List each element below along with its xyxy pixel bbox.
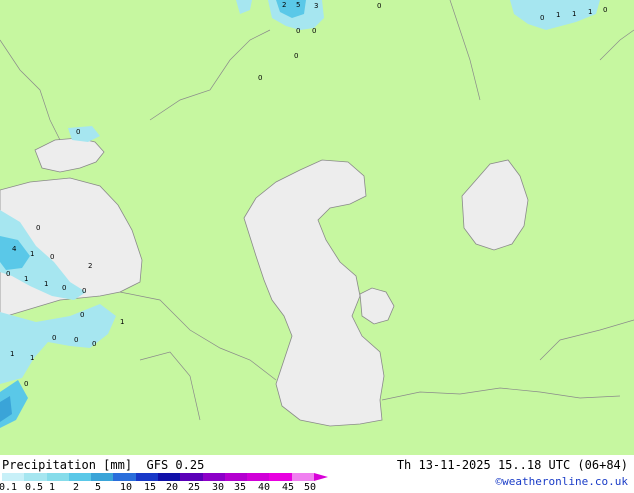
footer: Precipitation [mm] GFS 0.25 Th 13-11-202…	[0, 455, 634, 493]
legend-swatch	[157, 473, 181, 481]
legend-swatch	[269, 473, 292, 481]
legend-swatch	[46, 473, 69, 481]
precip-value-label: 0	[50, 253, 54, 261]
precip-value-label: 0	[258, 74, 262, 82]
precip-value-label: 0	[377, 2, 381, 10]
map-title: Precipitation [mm] GFS 0.25	[2, 458, 205, 472]
precip-value-label: 1	[10, 350, 14, 358]
precip-value-label: 0	[82, 287, 86, 295]
color-legend-bar	[2, 473, 314, 481]
legend-swatch	[135, 473, 158, 481]
precip-value-label: 3	[314, 2, 318, 10]
legend-swatch	[247, 473, 270, 481]
legend-swatch	[2, 473, 25, 481]
precip-value-label: 0	[74, 336, 78, 344]
legend-label: 2	[72, 482, 80, 493]
precip-value-label: 0	[36, 224, 40, 232]
precip-value-label: 5	[296, 1, 300, 9]
precip-value-label: 1	[588, 8, 592, 16]
map-area: 2 5 3 0 0 0 0 0 0 1 1 1 0 0 0 4 1 0 2 0 1 1 0 0 0 1 0 0 0 1 1 0	[0, 0, 634, 455]
precip-value-label: 1	[572, 10, 576, 18]
precip-value-label: 0	[6, 270, 10, 278]
valid-time: Th 13-11-2025 15..18 UTC (06+84)	[396, 458, 628, 472]
precip-value-label: 2	[88, 262, 92, 270]
legend-swatch	[180, 473, 203, 481]
precip-value-label: 0	[294, 52, 298, 60]
legend-label: 35	[233, 482, 247, 493]
legend-swatch	[224, 473, 248, 481]
legend-label: 0.1	[0, 482, 18, 493]
map-canvas: 2 5 3 0 0 0 0 0 0 1 1 1 0 0 0 4 1 0 2 0 1 1 0 0 0 1 0 0 0 1 1 0	[0, 0, 634, 428]
precip-value-label: 0	[296, 27, 300, 35]
precip-value-label: 0	[603, 6, 607, 14]
precip-value-label: 0	[52, 334, 56, 342]
aral-sea	[461, 159, 529, 251]
kara-bogaz-gol	[359, 287, 395, 325]
credit-link[interactable]: ©weatheronline.co.uk	[496, 475, 628, 488]
precip-value-label: 1	[120, 318, 124, 326]
legend-label: 45	[281, 482, 295, 493]
legend-label: 0.5	[24, 482, 44, 493]
precip-value-label: 1	[556, 11, 560, 19]
precip-value-label: 1	[30, 250, 34, 258]
legend-swatch	[202, 473, 225, 481]
precip-value-label: 1	[24, 275, 28, 283]
legend-label: 40	[257, 482, 271, 493]
sea-of-azov	[34, 137, 105, 173]
precip-value-label: 0	[62, 284, 66, 292]
legend-swatch	[24, 473, 47, 481]
color-legend-labels: 0.1 0.5 1 2 5 10 15 20 25 30 35 40 45 50	[0, 482, 330, 493]
legend-swatch	[113, 473, 136, 481]
legend-label: 30	[211, 482, 225, 493]
legend-label: 1	[48, 482, 56, 493]
legend-label: 50	[303, 482, 317, 493]
legend-arrow-icon	[314, 473, 328, 481]
legend-label: 20	[165, 482, 179, 493]
legend-swatch	[91, 473, 114, 481]
precip-value-label: 4	[12, 245, 17, 253]
legend-swatch	[291, 473, 314, 481]
legend-swatch	[68, 473, 92, 481]
precip-value-label: 1	[44, 280, 48, 288]
precip-value-label: 1	[30, 354, 34, 362]
precip-value-label: 0	[92, 340, 96, 348]
precip-value-label: 0	[76, 128, 80, 136]
precip-value-label: 0	[312, 27, 316, 35]
legend-label: 25	[187, 482, 201, 493]
precip-value-label: 0	[540, 14, 544, 22]
legend-label: 10	[119, 482, 133, 493]
precip-value-label: 0	[80, 311, 84, 319]
legend-label: 15	[143, 482, 157, 493]
precip-value-label: 0	[24, 380, 28, 388]
legend-label: 5	[94, 482, 102, 493]
precip-value-label: 2	[282, 1, 286, 9]
